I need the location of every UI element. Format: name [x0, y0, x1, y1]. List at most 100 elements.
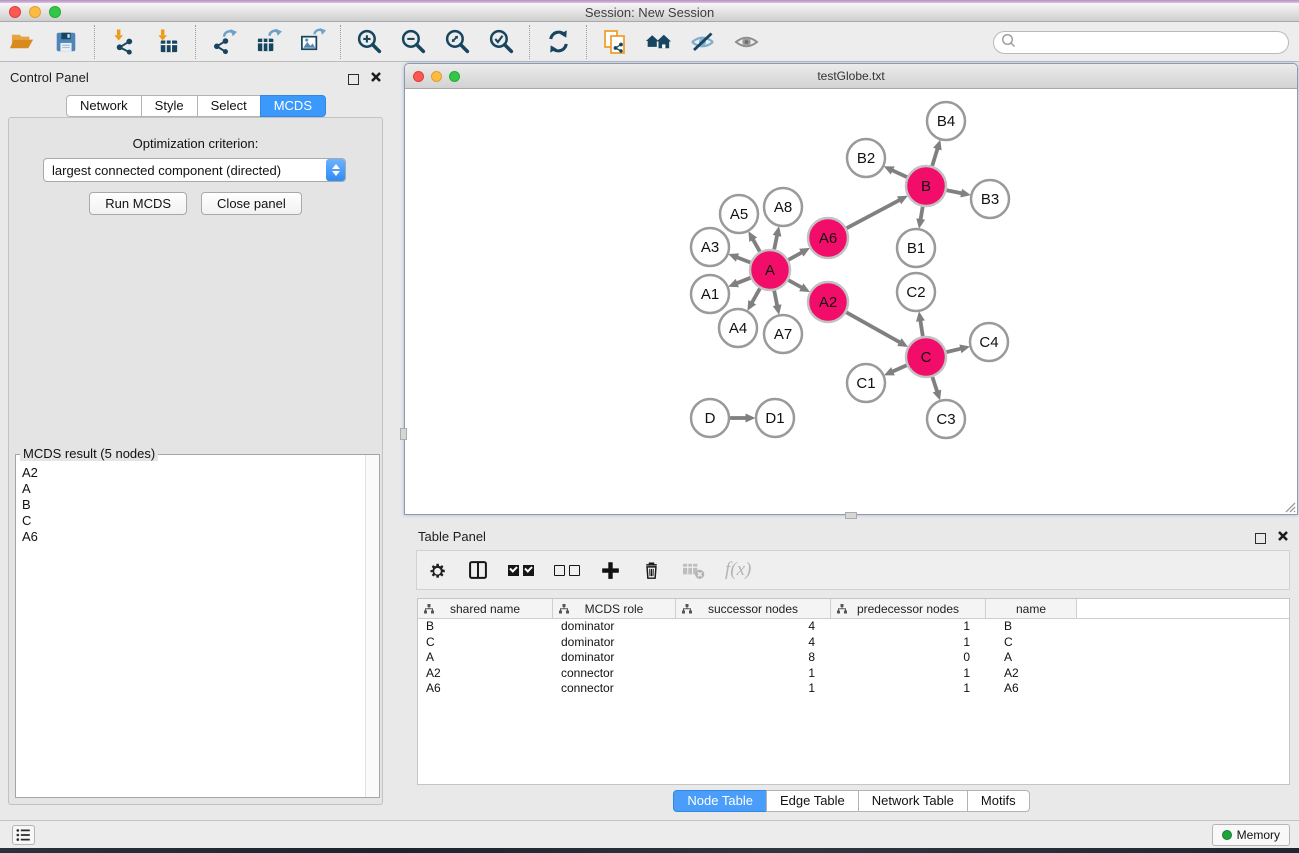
duplicate-network-icon[interactable]: [600, 27, 630, 57]
edge-B-B1[interactable]: [921, 207, 923, 220]
graph-node-A[interactable]: A: [750, 250, 790, 290]
edge-B-B2[interactable]: [892, 170, 907, 177]
tab-node-table[interactable]: Node Table: [673, 790, 767, 812]
table-cell[interactable]: dominator: [553, 635, 676, 651]
vertical-splitter-handle[interactable]: [400, 428, 407, 440]
result-scrollbar[interactable]: [365, 455, 379, 797]
table-row-c[interactable]: Cdominator41C: [418, 635, 1289, 651]
table-cell[interactable]: connector: [553, 666, 676, 682]
graph-node-A8[interactable]: A8: [764, 188, 802, 226]
import-table-icon[interactable]: [152, 27, 182, 57]
edge-A6-B[interactable]: [847, 200, 900, 228]
table-settings-gear-icon[interactable]: [427, 560, 448, 581]
table-cell[interactable]: 1: [831, 619, 986, 635]
table-cell[interactable]: A6: [418, 681, 553, 697]
table-cell[interactable]: 4: [676, 635, 831, 651]
horizontal-splitter-handle[interactable]: [845, 512, 857, 519]
edge-A-A6[interactable]: [788, 253, 801, 260]
table-cell[interactable]: dominator: [553, 650, 676, 666]
graph-node-A7[interactable]: A7: [764, 315, 802, 353]
table-cell[interactable]: C: [418, 635, 553, 651]
graph-node-B1[interactable]: B1: [897, 229, 935, 267]
table-cell[interactable]: 4: [676, 619, 831, 635]
table-row-a[interactable]: Adominator80A: [418, 650, 1289, 666]
zoom-in-icon[interactable]: [354, 27, 384, 57]
edge-C-C1[interactable]: [893, 365, 907, 371]
edge-C-C4[interactable]: [946, 349, 960, 352]
export-image-icon[interactable]: [297, 27, 327, 57]
table-cell[interactable]: A2: [418, 666, 553, 682]
column-header-shared-name[interactable]: shared name: [418, 599, 553, 618]
graph-node-C1[interactable]: C1: [847, 364, 885, 402]
graph-node-A4[interactable]: A4: [719, 309, 757, 347]
graph-node-B2[interactable]: B2: [847, 139, 885, 177]
edge-C-C3[interactable]: [932, 377, 937, 391]
result-item-a2[interactable]: A2: [22, 465, 365, 481]
tab-select[interactable]: Select: [197, 95, 261, 117]
table-row-a2[interactable]: A2connector11A2: [418, 666, 1289, 682]
edge-A-A5[interactable]: [753, 239, 760, 251]
table-cell[interactable]: 1: [676, 666, 831, 682]
graph-node-A3[interactable]: A3: [691, 228, 729, 266]
result-item-b[interactable]: B: [22, 497, 365, 513]
zoom-selected-icon[interactable]: [486, 27, 516, 57]
edge-A2-C[interactable]: [846, 312, 900, 342]
table-row-b[interactable]: Bdominator41B: [418, 619, 1289, 635]
export-table-icon[interactable]: [253, 27, 283, 57]
table-cell[interactable]: 0: [831, 650, 986, 666]
table-cell[interactable]: A: [986, 650, 1077, 666]
hide-panel-eye-icon[interactable]: [688, 27, 718, 57]
task-history-button[interactable]: [12, 825, 35, 845]
select-all-icon[interactable]: [508, 565, 534, 576]
tab-mcds[interactable]: MCDS: [260, 95, 326, 117]
network-canvas[interactable]: AA1A2A3A4A5A6A7A8BB1B2B3B4CC1C2C3C4DD1: [405, 89, 1297, 514]
edge-A-A1[interactable]: [737, 278, 751, 283]
table-cell[interactable]: dominator: [553, 619, 676, 635]
zoom-fit-icon[interactable]: [442, 27, 472, 57]
float-panel-icon[interactable]: [348, 74, 359, 85]
edge-A-A8[interactable]: [774, 235, 777, 249]
graph-node-C3[interactable]: C3: [927, 400, 965, 438]
table-cell[interactable]: A: [418, 650, 553, 666]
show-view-eye-icon[interactable]: [732, 27, 762, 57]
column-header-name[interactable]: name: [986, 599, 1077, 618]
table-cell[interactable]: connector: [553, 681, 676, 697]
zoom-out-icon[interactable]: [398, 27, 428, 57]
column-header-successor-nodes[interactable]: successor nodes: [676, 599, 831, 618]
graph-node-B[interactable]: B: [906, 166, 946, 206]
optimization-criterion-select[interactable]: largest connected component (directed): [43, 158, 346, 182]
graph-node-A5[interactable]: A5: [720, 195, 758, 233]
graph-node-C2[interactable]: C2: [897, 273, 935, 311]
result-item-a6[interactable]: A6: [22, 529, 365, 545]
graph-node-B3[interactable]: B3: [971, 180, 1009, 218]
table-cell[interactable]: B: [986, 619, 1077, 635]
memory-button[interactable]: Memory: [1212, 824, 1290, 846]
import-network-icon[interactable]: [108, 27, 138, 57]
graph-node-D1[interactable]: D1: [756, 399, 794, 437]
tab-motifs[interactable]: Motifs: [967, 790, 1030, 812]
column-selector-icon[interactable]: [468, 560, 488, 580]
search-field[interactable]: [993, 31, 1289, 54]
window-resize-grip[interactable]: [1282, 499, 1296, 513]
tab-edge-table[interactable]: Edge Table: [766, 790, 859, 812]
export-network-icon[interactable]: [209, 27, 239, 57]
graph-node-A6[interactable]: A6: [808, 218, 848, 258]
table-cell[interactable]: 8: [676, 650, 831, 666]
table-row-a6[interactable]: A6connector11A6: [418, 681, 1289, 697]
table-cell[interactable]: 1: [831, 681, 986, 697]
run-mcds-button[interactable]: Run MCDS: [89, 192, 187, 215]
edge-A-A7[interactable]: [774, 291, 777, 306]
graph-node-A1[interactable]: A1: [691, 275, 729, 313]
deselect-all-icon[interactable]: [554, 565, 580, 576]
float-table-panel-icon[interactable]: [1255, 533, 1266, 544]
edge-B-B3[interactable]: [947, 190, 962, 193]
column-header-predecessor-nodes[interactable]: predecessor nodes: [831, 599, 986, 618]
table-cell[interactable]: B: [418, 619, 553, 635]
close-panel-icon[interactable]: [370, 70, 382, 88]
result-item-c[interactable]: C: [22, 513, 365, 529]
save-session-icon[interactable]: [51, 27, 81, 57]
graph-node-C[interactable]: C: [906, 337, 946, 377]
add-column-icon[interactable]: [600, 560, 621, 581]
open-session-icon[interactable]: [7, 27, 37, 57]
tab-network-table[interactable]: Network Table: [858, 790, 968, 812]
